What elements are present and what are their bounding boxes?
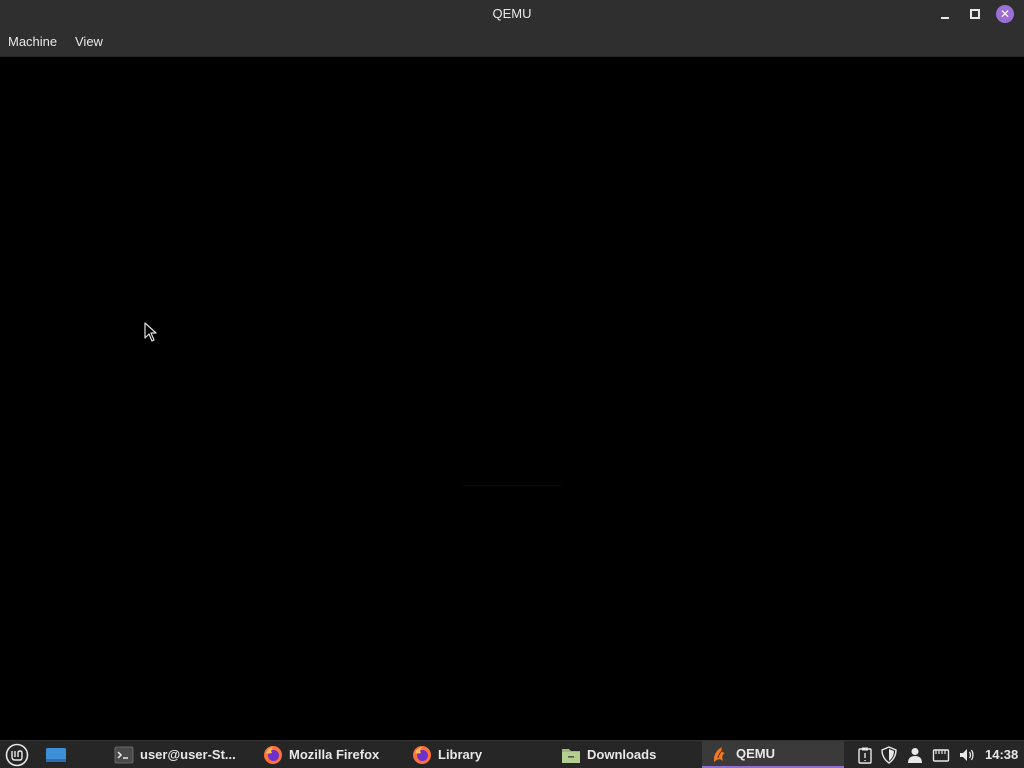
qemu-icon (713, 746, 725, 762)
mint-logo-icon (5, 743, 29, 767)
menu-machine[interactable]: Machine (8, 28, 57, 56)
window-title: QEMU (492, 6, 532, 21)
taskbar-item-label: Downloads (587, 747, 657, 762)
close-icon: ✕ (996, 5, 1014, 23)
start-menu-button[interactable] (5, 743, 29, 767)
maximize-icon (970, 9, 980, 19)
folder-icon (562, 748, 580, 763)
taskbar-item-firefox[interactable]: Mozilla Firefox (263, 741, 403, 768)
clock[interactable]: 14:38 (985, 741, 1018, 768)
volume-icon[interactable] (958, 746, 976, 764)
taskbar-item-label: Library (438, 747, 483, 762)
taskbar-item-downloads[interactable]: Downloads (561, 741, 701, 768)
taskbar-item-label: QEMU (736, 746, 775, 761)
terminal-icon (114, 746, 134, 763)
taskbar-item-qemu[interactable]: QEMU (702, 741, 844, 768)
faint-boot-line (463, 485, 561, 486)
vm-display[interactable] (0, 57, 1024, 740)
clipboard-icon[interactable] (856, 746, 874, 764)
qemu-window: QEMU ✕ Machine View (0, 0, 1024, 740)
network-icon[interactable] (932, 746, 950, 764)
taskbar-item-library[interactable]: Library (412, 741, 552, 768)
minimize-icon (941, 17, 949, 19)
title-bar[interactable]: QEMU ✕ (0, 0, 1024, 28)
menu-bar: Machine View (0, 28, 1024, 57)
taskbar: user@user-St... Mozilla Firefox Library … (0, 740, 1024, 768)
user-icon[interactable] (906, 746, 924, 764)
taskbar-item-label: user@user-St... (140, 747, 236, 762)
maximize-button[interactable] (965, 4, 985, 24)
close-button[interactable]: ✕ (995, 4, 1015, 24)
show-desktop-button[interactable] (44, 746, 68, 764)
shield-icon[interactable] (880, 746, 898, 764)
mouse-cursor-icon (144, 322, 157, 342)
taskbar-item-label: Mozilla Firefox (289, 747, 380, 762)
taskbar-item-terminal[interactable]: user@user-St... (114, 741, 254, 768)
minimize-button[interactable] (935, 4, 955, 24)
firefox-icon (413, 745, 431, 764)
firefox-icon (264, 745, 282, 764)
menu-view[interactable]: View (75, 28, 103, 56)
